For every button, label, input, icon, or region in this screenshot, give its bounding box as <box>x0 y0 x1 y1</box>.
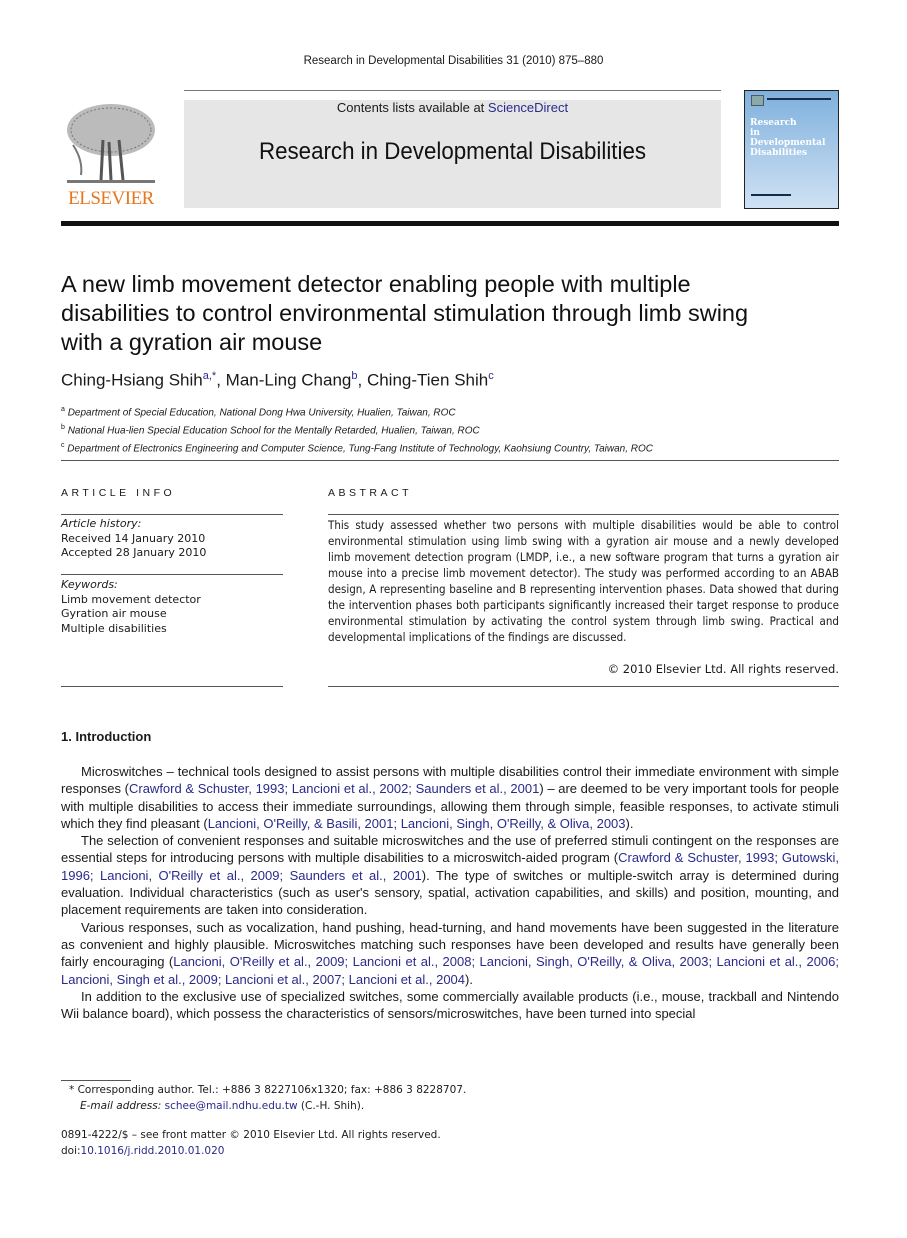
issn-block: 0891-4222/$ – see front matter © 2010 El… <box>61 1127 441 1159</box>
affiliations: a Department of Special Education, Natio… <box>61 403 653 456</box>
article-info-heading: ARTICLE INFO <box>61 487 176 499</box>
affiliation-mark: b <box>61 423 65 431</box>
doi-prefix: doi: <box>61 1145 81 1157</box>
history-label: Article history: <box>61 517 142 530</box>
elsevier-logo[interactable]: ELSEVIER <box>61 100 161 210</box>
author-marks[interactable]: c <box>488 370 494 382</box>
email-line: E-mail address: schee@mail.ndhu.edu.tw (… <box>61 1098 466 1114</box>
separator: , <box>357 370 367 390</box>
doi-line: doi:10.1016/j.ridd.2010.01.020 <box>61 1143 441 1159</box>
contents-available: Contents lists available at ScienceDirec… <box>184 100 721 115</box>
introduction-paragraph: Various responses, such as vocalization,… <box>61 919 839 988</box>
journal-title: Research in Developmental Disabilities <box>258 138 647 165</box>
email-link[interactable]: schee@mail.ndhu.edu.tw <box>165 1100 298 1112</box>
cover-title-line: in <box>750 128 760 138</box>
section-heading-introduction: 1. Introduction <box>61 729 152 744</box>
affiliation-text: National Hua-lien Special Education Scho… <box>67 425 480 437</box>
email-suffix: (C.-H. Shih). <box>297 1100 365 1112</box>
abstract-heading: ABSTRACT <box>328 487 413 499</box>
affiliation-mark: a <box>61 406 65 413</box>
article-info-rule <box>61 574 283 575</box>
paragraph-text: ). <box>465 971 473 987</box>
abstract-copyright: © 2010 Elsevier Ltd. All rights reserved… <box>607 662 839 676</box>
introduction-paragraph: The selection of convenient responses an… <box>61 832 839 918</box>
affiliation-mark: c <box>61 441 65 449</box>
cover-title: Research in Developmental Disabilities <box>750 118 825 158</box>
introduction-paragraph: Microswitches – technical tools designed… <box>61 763 839 832</box>
journal-cover[interactable]: Research in Developmental Disabilities <box>744 90 839 209</box>
paragraph-text: In addition to the exclusive use of spec… <box>61 988 839 1022</box>
keyword: Multiple disabilities <box>61 621 167 635</box>
cover-title-line: Developmental <box>750 138 826 148</box>
author-list: Ching-Hsiang Shiha,*, Man-Ling Changb, C… <box>61 370 494 391</box>
article-info-rule <box>61 686 283 687</box>
author-name[interactable]: Ching-Tien Shih <box>367 371 488 390</box>
affiliation-text: Department of Special Education, Nationa… <box>67 407 456 419</box>
sciencedirect-link[interactable]: ScienceDirect <box>488 100 568 115</box>
email-label: E-mail address: <box>80 1100 165 1112</box>
contents-prefix: Contents lists available at <box>336 100 488 115</box>
author-name[interactable]: Ching-Hsiang Shih <box>61 371 203 390</box>
keyword: Limb movement detector <box>61 592 201 606</box>
cover-title-line: Disabilities <box>750 148 808 158</box>
cover-emblem-icon <box>751 95 764 106</box>
abstract-rule <box>328 686 839 687</box>
footnote-rule <box>61 1080 131 1081</box>
cover-title-line: Research <box>750 118 797 128</box>
header-rule <box>184 90 721 91</box>
footnotes: * Corresponding author. Tel.: +886 3 822… <box>61 1082 466 1114</box>
author-name[interactable]: Man-Ling Chang <box>226 371 352 390</box>
paragraph-text: ). <box>625 815 634 831</box>
cover-rule <box>751 194 791 196</box>
section-rule <box>61 460 839 461</box>
affiliation: b National Hua-lien Special Education Sc… <box>61 421 653 439</box>
received-date: Received 14 January 2010 <box>61 531 206 545</box>
journal-reference: Research in Developmental Disabilities 3… <box>303 55 604 67</box>
tree-icon <box>67 104 155 183</box>
affiliation: c Department of Electronics Engineering … <box>61 439 653 457</box>
keywords: Keywords: Limb movement detector Gyratio… <box>61 578 201 636</box>
header-thick-rule <box>61 221 839 226</box>
citation-link[interactable]: Lancioni, O'Reilly, & Basili, 2001; Lanc… <box>208 816 626 831</box>
separator: , <box>216 370 226 390</box>
accepted-date: Accepted 28 January 2010 <box>61 546 207 559</box>
author-marks[interactable]: a,* <box>203 370 216 382</box>
affiliation: a Department of Special Education, Natio… <box>61 403 653 421</box>
article-history: Article history: Received 14 January 201… <box>61 517 206 561</box>
citation-link[interactable]: Crawford & Schuster, 1993; Lancioni et a… <box>129 781 539 796</box>
citation-link[interactable]: Lancioni, O'Reilly et al., 2009; Lancion… <box>61 954 839 986</box>
keywords-label: Keywords: <box>61 578 118 591</box>
cover-rule <box>767 98 831 100</box>
abstract-rule <box>328 514 839 515</box>
elsevier-wordmark: ELSEVIER <box>68 188 154 209</box>
doi-link[interactable]: 10.1016/j.ridd.2010.01.020 <box>81 1145 225 1157</box>
keyword: Gyration air mouse <box>61 607 167 620</box>
corresponding-author-note: * Corresponding author. Tel.: +886 3 822… <box>69 1084 467 1096</box>
introduction-paragraph: In addition to the exclusive use of spec… <box>61 988 839 1023</box>
introduction-body: Microswitches – technical tools designed… <box>61 763 839 1022</box>
issn-line: 0891-4222/$ – see front matter © 2010 El… <box>61 1129 441 1141</box>
article-info-rule <box>61 514 283 515</box>
affiliation-text: Department of Electronics Engineering an… <box>67 442 653 454</box>
article-title: A new limb movement detector enabling pe… <box>61 271 749 355</box>
abstract-text: This study assessed whether two persons … <box>328 518 839 644</box>
journal-banner: Contents lists available at ScienceDirec… <box>184 100 721 208</box>
